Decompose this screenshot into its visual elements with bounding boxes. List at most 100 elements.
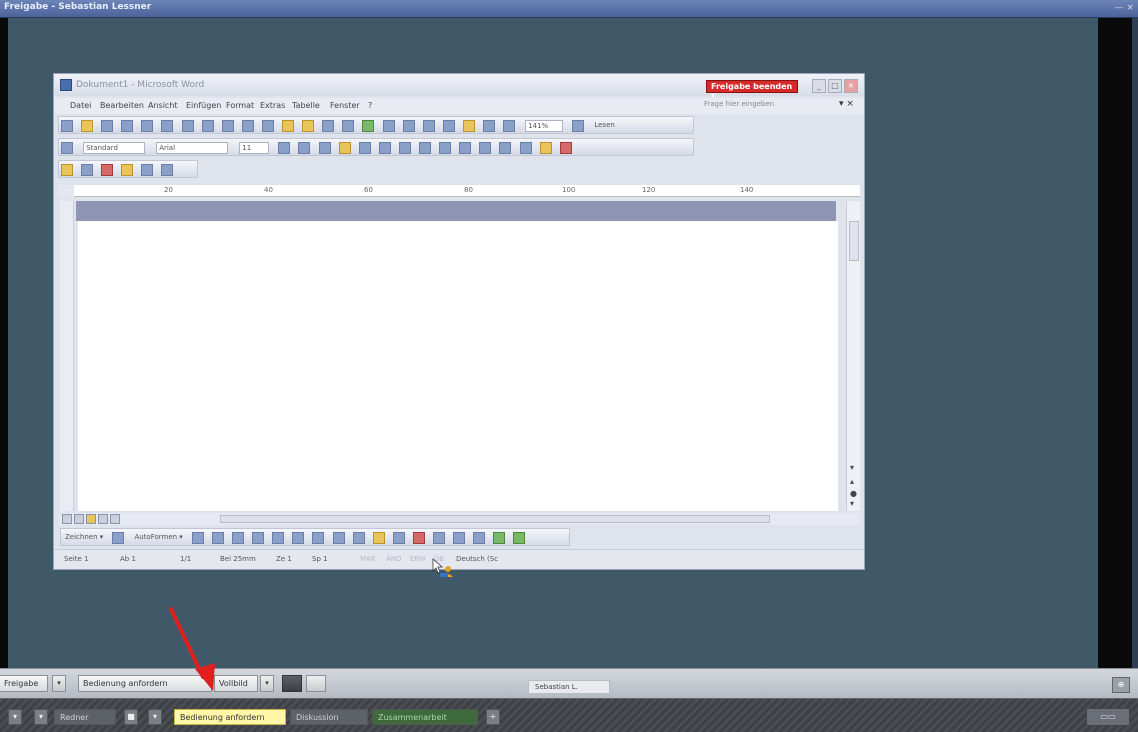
review-icon-1[interactable] <box>61 164 73 176</box>
font-color-icon[interactable] <box>559 142 572 154</box>
insert-excel-icon[interactable] <box>422 120 435 132</box>
undo-icon[interactable] <box>322 120 335 132</box>
status-trk[interactable]: ÄND <box>386 555 401 563</box>
italic-icon[interactable] <box>298 142 311 154</box>
outer-window-controls[interactable]: — × <box>1115 3 1134 13</box>
menu-ansicht[interactable]: Ansicht <box>148 101 178 110</box>
zoom-icon[interactable]: ⊕ <box>1112 677 1130 693</box>
minimize-button[interactable]: _ <box>812 79 826 93</box>
new-icon[interactable] <box>61 120 73 132</box>
document-map-icon[interactable] <box>482 120 495 132</box>
document-page[interactable] <box>78 221 838 511</box>
underline-icon[interactable] <box>318 142 331 154</box>
actual-size-icon[interactable] <box>306 675 326 692</box>
align-right-icon[interactable] <box>378 142 391 154</box>
cut-icon[interactable] <box>241 120 254 132</box>
line-spacing-icon[interactable] <box>419 142 432 154</box>
line-style-icon[interactable] <box>433 532 446 544</box>
request-control-tab[interactable]: Bedienung anfordern <box>174 709 286 725</box>
status-rec[interactable]: MAK <box>360 555 375 563</box>
borders-icon[interactable] <box>519 142 532 154</box>
review-icon-4[interactable] <box>121 164 134 176</box>
redo-icon[interactable] <box>342 120 355 132</box>
next-page-icon[interactable]: ▾ <box>850 499 854 508</box>
print-view-icon[interactable] <box>86 514 96 524</box>
menu-datei[interactable]: Datei <box>70 101 91 110</box>
menu-tabelle[interactable]: Tabelle <box>292 101 320 110</box>
dash-style-icon[interactable] <box>453 532 466 544</box>
increase-indent-icon[interactable] <box>499 142 512 154</box>
show-hide-icon[interactable] <box>503 120 516 132</box>
line-icon[interactable] <box>191 532 204 544</box>
fullscreen-dropdown[interactable]: ▾ <box>260 675 274 692</box>
sharing-dropdown[interactable]: ▾ <box>52 675 66 692</box>
camera-dropdown-icon[interactable]: ▾ <box>148 709 162 725</box>
open-icon[interactable] <box>81 120 94 132</box>
stop-sharing-button[interactable]: Freigabe beenden ▾ <box>706 80 798 100</box>
review-icon-2[interactable] <box>81 164 94 176</box>
sharing-button[interactable]: Freigabe <box>0 675 48 692</box>
bullets-icon[interactable] <box>459 142 472 154</box>
menu-help[interactable]: ? <box>368 101 372 110</box>
save-icon[interactable] <box>101 120 114 132</box>
font-select[interactable]: Arial <box>156 142 229 154</box>
diagram-icon[interactable] <box>312 532 325 544</box>
permission-icon[interactable] <box>121 120 134 132</box>
select-objects-icon[interactable] <box>112 532 125 544</box>
font-size-select[interactable]: 11 <box>239 142 270 154</box>
fill-color-icon[interactable] <box>372 532 385 544</box>
zoom-select[interactable]: 141% <box>525 120 564 132</box>
rectangle-icon[interactable] <box>232 532 245 544</box>
review-icon-3[interactable] <box>101 164 114 176</box>
copy-icon[interactable] <box>261 120 274 132</box>
email-icon[interactable] <box>141 120 154 132</box>
close-button[interactable]: × <box>844 79 858 93</box>
normal-view-icon[interactable] <box>62 514 72 524</box>
menu-extras[interactable]: Extras <box>260 101 285 110</box>
insert-table-icon[interactable] <box>402 120 415 132</box>
collaboration-tab[interactable]: Zusammenarbeit <box>372 709 478 725</box>
document-close-icon[interactable]: ▾ × <box>839 99 854 109</box>
wordart-icon[interactable] <box>292 532 305 544</box>
layout-toggle-icon[interactable]: ▭▭ <box>1086 708 1130 726</box>
justify-icon[interactable] <box>398 142 411 154</box>
numbering-icon[interactable] <box>439 142 452 154</box>
paste-icon[interactable] <box>282 120 295 132</box>
research-icon[interactable] <box>221 120 234 132</box>
review-icon-6[interactable] <box>161 164 174 176</box>
read-button[interactable]: Lesen <box>594 121 614 129</box>
vertical-scroll-thumb[interactable] <box>849 221 859 261</box>
hyperlink-icon[interactable] <box>362 120 375 132</box>
maximize-button[interactable]: □ <box>828 79 842 93</box>
add-tab-button[interactable]: + <box>486 709 500 725</box>
vertical-scrollbar[interactable]: ▾ ▴ ● ▾ <box>846 201 860 511</box>
line-color-icon[interactable] <box>392 532 405 544</box>
style-select[interactable]: Standard <box>83 142 146 154</box>
text-color-icon[interactable] <box>412 532 425 544</box>
picture-icon[interactable] <box>352 532 365 544</box>
bold-icon[interactable] <box>278 142 291 154</box>
camera-icon[interactable]: ■ <box>124 709 138 725</box>
spelling-icon[interactable] <box>201 120 214 132</box>
drawing-icon[interactable] <box>462 120 475 132</box>
align-center-icon[interactable] <box>358 142 371 154</box>
clipart-icon[interactable] <box>332 532 345 544</box>
reading-view-icon[interactable] <box>110 514 120 524</box>
print-preview-icon[interactable] <box>181 120 194 132</box>
horizontal-scroll-thumb[interactable] <box>220 515 770 523</box>
help-search-input[interactable]: Frage hier eingeben <box>704 100 814 112</box>
help-icon[interactable] <box>572 120 585 132</box>
draw-menu[interactable]: Zeichnen ▾ <box>65 533 103 541</box>
arrow-style-icon[interactable] <box>473 532 486 544</box>
columns-icon[interactable] <box>442 120 455 132</box>
menu-format[interactable]: Format <box>226 101 254 110</box>
tab-selector[interactable] <box>58 185 74 197</box>
styles-icon[interactable] <box>61 142 73 154</box>
review-icon-5[interactable] <box>141 164 154 176</box>
autoshapes-menu[interactable]: AutoFormen ▾ <box>134 533 182 541</box>
menu-einfuegen[interactable]: Einfügen <box>186 101 221 110</box>
shadow-icon[interactable] <box>493 532 506 544</box>
menu-dropdown-icon[interactable]: ▾ <box>34 709 48 725</box>
settings-icon[interactable]: ▾ <box>8 709 22 725</box>
highlight-icon[interactable] <box>539 142 552 154</box>
